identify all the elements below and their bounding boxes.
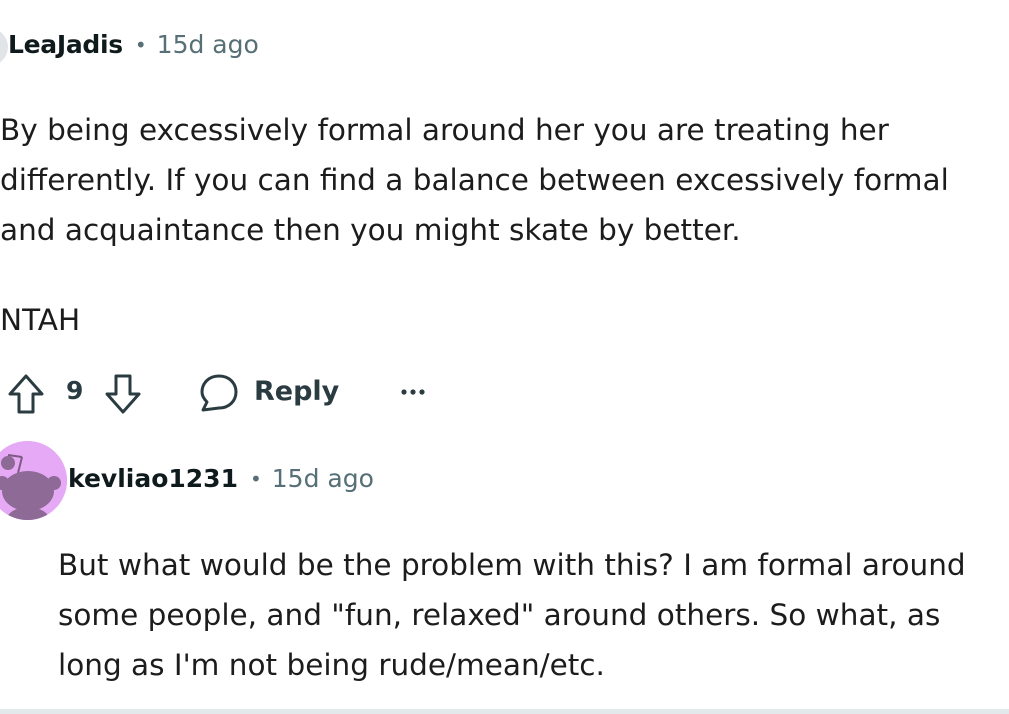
meta-separator: • bbox=[249, 466, 262, 491]
upvote-icon[interactable] bbox=[6, 372, 46, 416]
comment-body: By being excessively formal around her y… bbox=[0, 105, 949, 345]
meta-separator: • bbox=[134, 32, 147, 57]
downvote-icon[interactable] bbox=[103, 372, 143, 416]
comment-meta: LeaJadis • 15d ago bbox=[8, 30, 259, 59]
avatar[interactable] bbox=[0, 28, 8, 66]
snoo-avatar-icon bbox=[0, 441, 67, 520]
avatar[interactable] bbox=[0, 441, 67, 520]
comment-timestamp[interactable]: 15d ago bbox=[272, 464, 374, 493]
comment-body: But what would be the problem with this?… bbox=[58, 540, 966, 690]
comment-body-line: and acquaintance then you might skate by… bbox=[0, 213, 741, 247]
comment-body-line: By being excessively formal around her y… bbox=[0, 113, 889, 147]
comment-body-line: But what would be the problem with this?… bbox=[58, 548, 966, 582]
comment-body-line: differently. If you can find a balance b… bbox=[0, 163, 949, 197]
reply-button[interactable]: Reply bbox=[254, 376, 339, 407]
comment-meta: kevliao1231 • 15d ago bbox=[68, 464, 374, 493]
comment-thread: LeaJadis • 15d ago By being excessively … bbox=[0, 0, 1009, 714]
comment-author[interactable]: kevliao1231 bbox=[68, 464, 238, 493]
comment-body-line: long as I'm not being rude/mean/etc. bbox=[58, 648, 605, 682]
comment-author[interactable]: LeaJadis bbox=[8, 30, 123, 59]
comment-body-line: some people, and "fun, relaxed" around o… bbox=[58, 598, 941, 632]
comment-verdict: NTAH bbox=[0, 303, 81, 337]
ellipsis-icon[interactable] bbox=[398, 380, 428, 404]
divider bbox=[0, 709, 1009, 714]
vote-score: 9 bbox=[66, 376, 84, 405]
comment-timestamp[interactable]: 15d ago bbox=[157, 30, 259, 59]
speech-bubble-icon[interactable] bbox=[199, 372, 239, 414]
